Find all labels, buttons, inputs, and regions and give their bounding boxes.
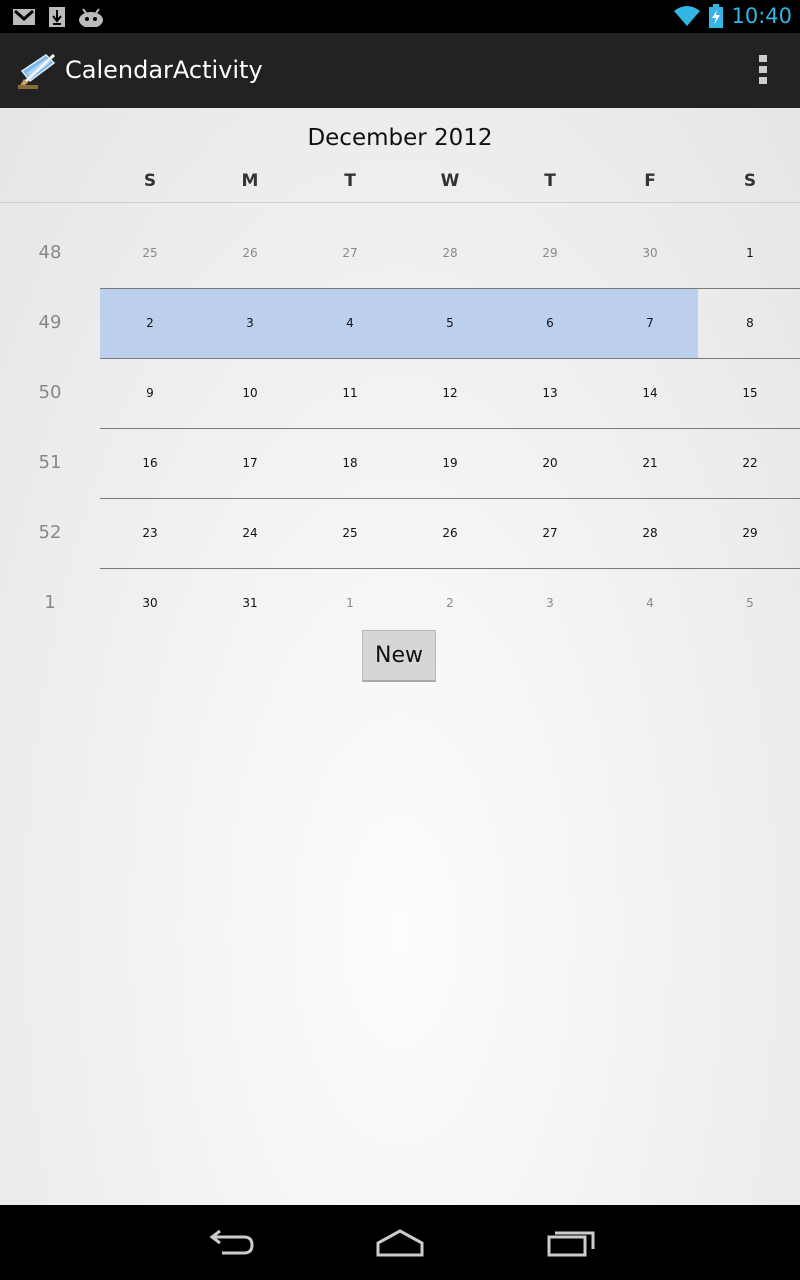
weekday-label: T bbox=[344, 171, 356, 191]
weekday-label: W bbox=[440, 171, 460, 191]
status-bar: 10:40 bbox=[0, 0, 800, 33]
navigation-bar bbox=[0, 1205, 800, 1280]
week-number: 49 bbox=[38, 312, 62, 333]
day-cell[interactable]: 14 bbox=[600, 358, 700, 428]
week-row: 49 2 3 4 5 6 7 8 bbox=[0, 288, 800, 358]
day-cell[interactable]: 10 bbox=[200, 358, 300, 428]
day-cell[interactable]: 27 bbox=[500, 498, 600, 568]
action-bar: CalendarActivity bbox=[0, 33, 800, 110]
battery-charging-icon bbox=[709, 4, 724, 28]
week-row: 48 25 26 27 28 29 30 1 bbox=[0, 218, 800, 288]
day-cell[interactable]: 1 bbox=[300, 568, 400, 638]
day-cell[interactable]: 3 bbox=[500, 568, 600, 638]
day-cell[interactable]: 29 bbox=[500, 218, 600, 288]
weekday-label: S bbox=[743, 171, 757, 191]
day-cell[interactable]: 28 bbox=[600, 498, 700, 568]
weekday-label: T bbox=[544, 171, 556, 191]
page-title: CalendarActivity bbox=[65, 56, 263, 84]
day-cell[interactable]: 15 bbox=[700, 358, 800, 428]
week-number: 50 bbox=[38, 382, 62, 403]
weekday-label: M bbox=[241, 171, 259, 191]
day-cell[interactable]: 6 bbox=[500, 288, 600, 358]
day-cell[interactable]: 29 bbox=[700, 498, 800, 568]
day-cell[interactable]: 5 bbox=[700, 568, 800, 638]
system-icons: 10:40 bbox=[673, 4, 792, 28]
android-icon bbox=[79, 8, 103, 27]
day-cell[interactable]: 4 bbox=[300, 288, 400, 358]
new-button[interactable]: New bbox=[362, 630, 436, 682]
day-cell[interactable]: 2 bbox=[100, 288, 200, 358]
day-cell[interactable]: 17 bbox=[200, 428, 300, 498]
wifi-icon bbox=[674, 6, 701, 26]
day-cell[interactable]: 26 bbox=[200, 218, 300, 288]
recent-apps-icon[interactable] bbox=[541, 1223, 601, 1263]
week-number: 1 bbox=[44, 592, 56, 613]
day-cell[interactable]: 2 bbox=[400, 568, 500, 638]
back-icon[interactable] bbox=[200, 1223, 260, 1263]
day-cell[interactable]: 7 bbox=[600, 288, 700, 358]
day-cell[interactable]: 21 bbox=[600, 428, 700, 498]
day-cell[interactable]: 31 bbox=[200, 568, 300, 638]
overflow-menu-icon[interactable] bbox=[756, 55, 770, 87]
day-cell[interactable]: 5 bbox=[400, 288, 500, 358]
week-row: 52 23 24 25 26 27 28 29 bbox=[0, 498, 800, 568]
day-cell[interactable]: 25 bbox=[100, 218, 200, 288]
day-cell[interactable]: 30 bbox=[600, 218, 700, 288]
day-cell[interactable]: 16 bbox=[100, 428, 200, 498]
day-cell[interactable]: 23 bbox=[100, 498, 200, 568]
day-cell[interactable]: 22 bbox=[700, 428, 800, 498]
week-row: 1 30 31 1 2 3 4 5 bbox=[0, 568, 800, 638]
day-cell[interactable]: 12 bbox=[400, 358, 500, 428]
notification-icons bbox=[12, 6, 104, 28]
day-cell[interactable]: 26 bbox=[400, 498, 500, 568]
day-cell[interactable]: 20 bbox=[500, 428, 600, 498]
clock: 10:40 bbox=[731, 4, 792, 28]
day-cell[interactable]: 13 bbox=[500, 358, 600, 428]
weekday-header: S M T W T F S bbox=[100, 171, 800, 193]
day-cell[interactable]: 25 bbox=[300, 498, 400, 568]
day-cell[interactable]: 27 bbox=[300, 218, 400, 288]
week-row: 50 9 10 11 12 13 14 15 bbox=[0, 358, 800, 428]
header-divider bbox=[0, 202, 800, 203]
gmail-icon bbox=[13, 9, 35, 25]
paintbrush-app-icon[interactable] bbox=[16, 49, 60, 93]
day-cell[interactable]: 30 bbox=[100, 568, 200, 638]
day-cell[interactable]: 11 bbox=[300, 358, 400, 428]
week-row: 51 16 17 18 19 20 21 22 bbox=[0, 428, 800, 498]
day-cell[interactable]: 19 bbox=[400, 428, 500, 498]
day-cell[interactable]: 1 bbox=[700, 218, 800, 288]
weekday-label: F bbox=[644, 171, 656, 191]
day-cell[interactable]: 28 bbox=[400, 218, 500, 288]
day-cell[interactable]: 24 bbox=[200, 498, 300, 568]
home-icon[interactable] bbox=[370, 1223, 430, 1263]
month-title: December 2012 bbox=[307, 125, 493, 151]
week-number: 48 bbox=[38, 242, 62, 263]
download-icon bbox=[49, 7, 65, 27]
week-number: 51 bbox=[38, 452, 62, 473]
day-cell[interactable]: 4 bbox=[600, 568, 700, 638]
calendar-content: December 2012 S M T W T F S 48 25 26 27 28 29… bbox=[0, 108, 800, 1205]
day-cell[interactable]: 3 bbox=[200, 288, 300, 358]
day-cell[interactable]: 9 bbox=[100, 358, 200, 428]
weekday-label: S bbox=[143, 171, 157, 191]
week-number: 52 bbox=[38, 522, 62, 543]
day-cell[interactable]: 18 bbox=[300, 428, 400, 498]
day-cell[interactable]: 8 bbox=[700, 288, 800, 358]
